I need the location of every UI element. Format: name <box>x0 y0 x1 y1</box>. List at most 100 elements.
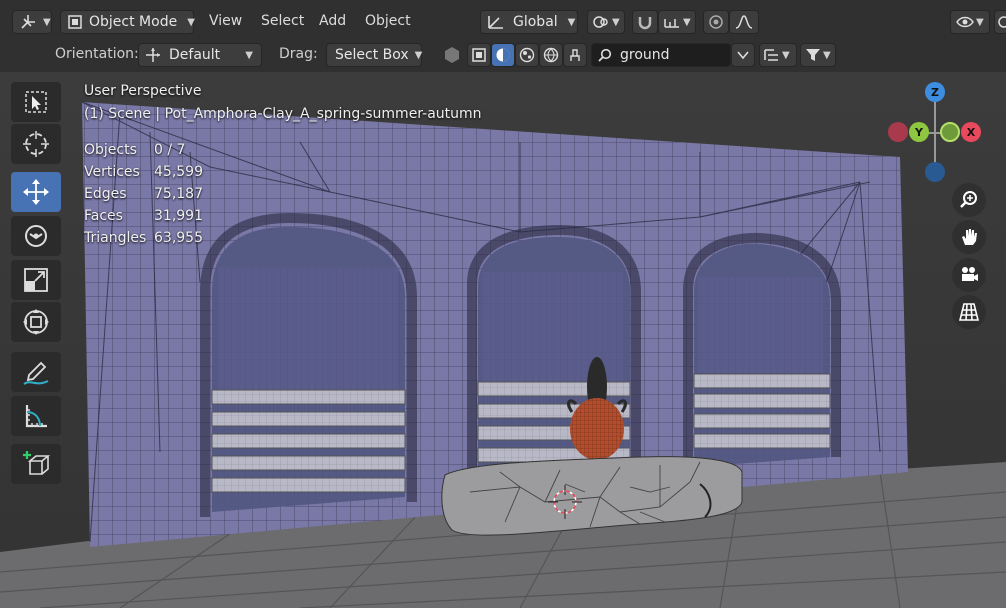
rotate-tool[interactable] <box>11 216 61 256</box>
object-mode-icon <box>67 14 83 30</box>
gizmo-neg-z-axis[interactable] <box>925 162 945 182</box>
funnel-icon <box>805 47 821 63</box>
gizmo-neg-y-axis[interactable] <box>888 122 908 142</box>
chevron-down-icon: ▼ <box>976 16 984 28</box>
eye-icon <box>956 15 974 29</box>
gizmo-y-axis[interactable]: Y <box>909 122 929 142</box>
stat-label-faces: Faces <box>84 208 123 224</box>
shading-solid-button[interactable] <box>491 43 515 67</box>
display-filter-selector[interactable]: ▼ <box>759 43 797 67</box>
move-icon <box>21 177 51 207</box>
outliner-search-field[interactable]: ground <box>591 43 731 67</box>
pivot-icon <box>592 14 610 30</box>
mode-selector[interactable]: Object Mode ▼ <box>60 10 195 34</box>
stat-label-triangles: Triangles <box>84 230 147 246</box>
mode-label: Object Mode <box>89 14 178 30</box>
snap-increment-icon <box>663 15 681 29</box>
orientation-arrows-icon <box>145 47 161 63</box>
camera-icon <box>959 265 979 285</box>
annotate-tool[interactable] <box>11 352 61 392</box>
transform-tool[interactable] <box>11 302 61 342</box>
proportional-falloff-selector[interactable] <box>729 10 759 34</box>
scene-info: (1) Scene | Pot_Amphora-Clay_A_spring-su… <box>84 106 482 122</box>
search-icon <box>598 48 612 62</box>
add-cube-tool[interactable] <box>11 444 61 484</box>
solid-shading-icon <box>495 47 511 63</box>
cursor-tool[interactable] <box>11 124 61 164</box>
chevron-down-icon <box>737 50 749 60</box>
gizmo-x-axis[interactable]: X <box>961 122 981 142</box>
chevron-down-icon: ▼ <box>414 49 423 61</box>
chevron-down-icon: ▼ <box>567 16 576 28</box>
orientation-selector[interactable]: Default ▼ <box>138 43 262 67</box>
falloff-curve-icon <box>735 15 753 29</box>
editor-type-selector[interactable]: ▼ <box>12 10 52 34</box>
rotate-icon <box>21 221 51 251</box>
snap-target-selector[interactable]: ▼ <box>658 10 696 34</box>
stat-value-objects: 0 / 7 <box>154 142 186 158</box>
stat-value-edges: 75,187 <box>154 186 203 202</box>
transform-icon <box>21 307 51 337</box>
proportional-editing-toggle[interactable] <box>703 10 729 34</box>
orientation-value: Default <box>169 47 221 63</box>
shading-material-button[interactable] <box>515 43 539 67</box>
visibility-selector[interactable]: ▼ <box>950 10 990 34</box>
stat-label-objects: Objects <box>84 142 137 158</box>
chevron-down-icon: ▼ <box>683 16 691 28</box>
stat-label-edges: Edges <box>84 186 127 202</box>
shading-rendered-button[interactable] <box>539 43 563 67</box>
axis-gizmo-icon <box>19 13 37 31</box>
zoom-view-button[interactable] <box>952 183 986 217</box>
zoom-icon <box>959 190 979 210</box>
grid-icon <box>959 302 979 322</box>
hand-icon <box>959 227 979 247</box>
measure-tool[interactable] <box>11 396 61 436</box>
rendered-shading-icon <box>543 47 559 63</box>
stat-value-triangles: 63,955 <box>154 230 203 246</box>
search-dropdown[interactable] <box>731 43 755 67</box>
menu-object[interactable]: Object <box>365 13 411 29</box>
drag-value: Select Box <box>335 47 409 63</box>
3d-viewport[interactable]: User Perspective (1) Scene | Pot_Amphora… <box>0 72 1006 608</box>
chevron-down-icon: ▼ <box>43 16 51 28</box>
menu-select[interactable]: Select <box>261 13 304 29</box>
menu-add[interactable]: Add <box>319 13 346 29</box>
orientation-label: Orientation: <box>55 46 139 62</box>
pivot-point-selector[interactable]: ▼ <box>587 10 625 34</box>
select-box-icon <box>23 89 49 115</box>
list-filter-icon <box>764 48 780 62</box>
pencil-icon <box>21 357 51 387</box>
add-cube-icon <box>21 449 51 479</box>
perspective-toggle-button[interactable] <box>952 295 986 329</box>
wireframe-shading-icon <box>472 48 486 62</box>
camera-view-button[interactable] <box>952 258 986 292</box>
magnet-icon <box>637 14 653 30</box>
pan-view-button[interactable] <box>952 220 986 254</box>
orientation-icon <box>487 14 505 30</box>
chevron-down-icon: ▼ <box>612 16 620 28</box>
drag-selector[interactable]: Select Box ▼ <box>326 43 422 67</box>
gizmo-neg-x-axis[interactable] <box>940 122 960 142</box>
ruler-icon <box>22 402 50 430</box>
shading-options-button[interactable] <box>563 43 587 67</box>
shading-wireframe-button[interactable] <box>467 43 491 67</box>
material-preview-icon <box>519 47 535 63</box>
select-box-tool[interactable] <box>11 82 61 122</box>
stat-value-faces: 31,991 <box>154 208 203 224</box>
scale-icon <box>22 266 50 294</box>
scale-tool[interactable] <box>11 260 61 300</box>
snap-toggle[interactable] <box>632 10 658 34</box>
overlays-toggle[interactable] <box>994 10 1006 34</box>
viewport-header: ▼ Object Mode ▼ View Select Add Object G… <box>0 0 1006 72</box>
wireframe-xray-icon[interactable] <box>443 46 461 64</box>
filter-selector[interactable]: ▼ <box>800 43 836 67</box>
transform-orientation-selector[interactable]: Global ▼ <box>480 10 578 34</box>
menu-view[interactable]: View <box>209 13 242 29</box>
move-tool[interactable] <box>11 172 61 212</box>
scene-render <box>0 72 1006 608</box>
view-title: User Perspective <box>84 83 202 99</box>
overlays-icon <box>998 16 1006 28</box>
stat-label-vertices: Vertices <box>84 164 140 180</box>
proportional-editing-icon <box>708 14 724 30</box>
gizmo-z-axis[interactable]: Z <box>925 82 945 102</box>
